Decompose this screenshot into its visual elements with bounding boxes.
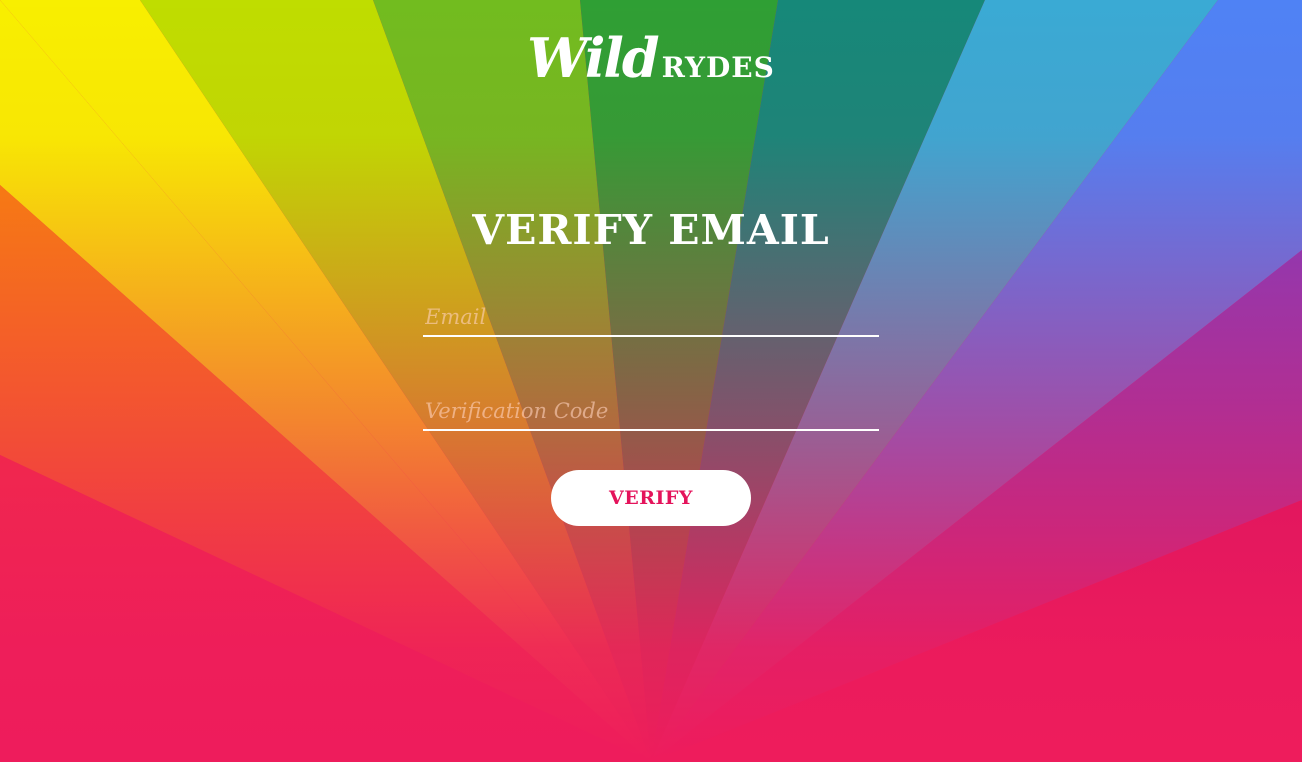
verify-button[interactable]: VERIFY bbox=[551, 470, 751, 526]
logo-caps-text: RYDES bbox=[661, 51, 775, 84]
verify-page: WildRYDES VERIFY EMAIL VERIFY bbox=[0, 0, 1302, 762]
logo-script-text: Wild bbox=[527, 26, 659, 90]
email-field[interactable] bbox=[423, 299, 879, 337]
page-title: VERIFY EMAIL bbox=[472, 206, 830, 254]
wild-rydes-logo: Wild RYDES bbox=[0, 26, 1302, 90]
verification-code-field[interactable] bbox=[423, 393, 879, 431]
